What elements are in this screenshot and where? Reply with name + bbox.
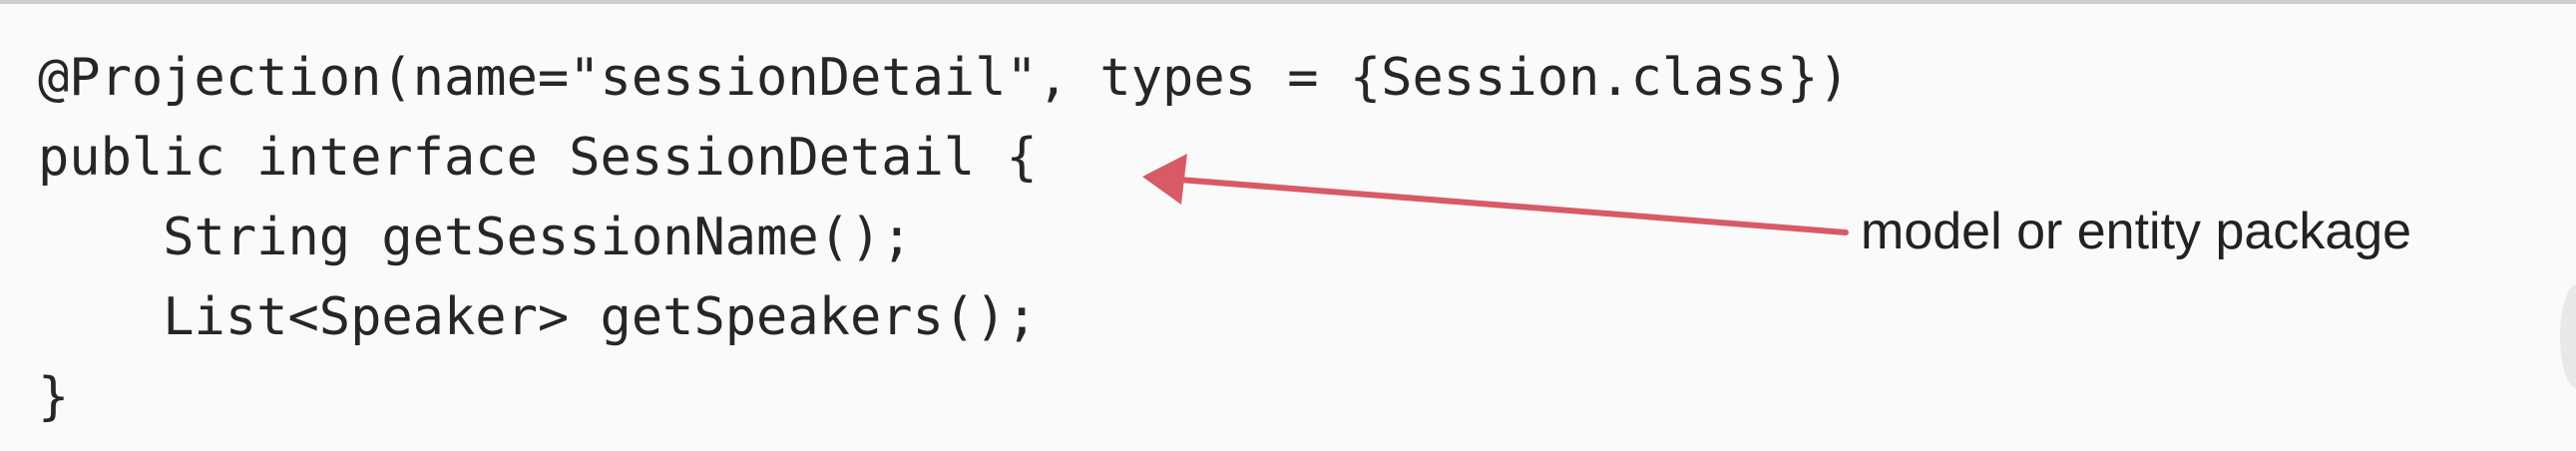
- code-line-closing-brace: }: [38, 367, 70, 427]
- code-annotation-slide: @Projection(name="sessionDetail", types …: [0, 0, 2576, 451]
- code-line-interface-declaration: public interface SessionDetail {: [38, 128, 1038, 188]
- code-line-session-name-method: String getSessionName();: [38, 208, 913, 267]
- top-divider: [0, 0, 2576, 4]
- code-line-annotation: @Projection(name="sessionDetail", types …: [38, 48, 1850, 108]
- code-line-speakers-method: List<Speaker> getSpeakers();: [38, 287, 1038, 347]
- code-snippet: @Projection(name="sessionDetail", types …: [38, 38, 1850, 437]
- annotation-label: model or entity package: [1861, 203, 2412, 260]
- edge-shadow: [2560, 284, 2576, 388]
